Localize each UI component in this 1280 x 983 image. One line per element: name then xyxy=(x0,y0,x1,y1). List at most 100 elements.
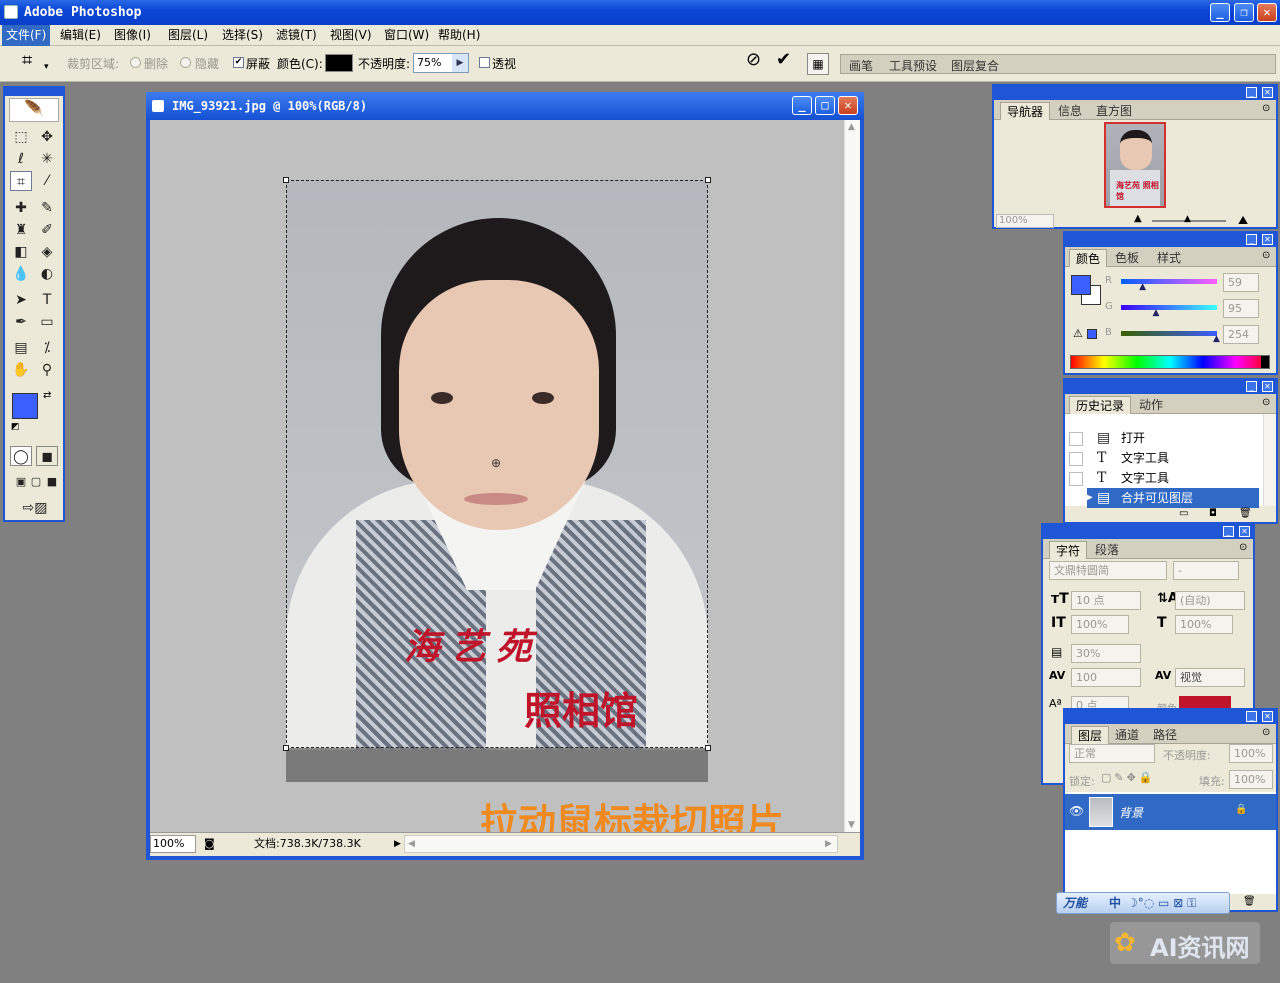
crop-handle-tl[interactable] xyxy=(283,177,289,183)
ime-mode[interactable]: 中 xyxy=(1109,893,1121,913)
canvas-area[interactable]: 海艺苑 照相馆 ⊕ 拉动鼠标裁切照片 xyxy=(150,120,844,845)
well-tab-tool-presets[interactable]: 工具预设 xyxy=(889,59,937,73)
restore-button[interactable]: ❐ xyxy=(1234,3,1254,22)
swap-colors-icon[interactable]: ⇄ xyxy=(43,390,51,401)
crop-tool-selected-icon[interactable]: ⌗ xyxy=(10,171,32,191)
nav-zoom-thumb[interactable]: ▲ xyxy=(1184,214,1191,224)
blend-mode-select[interactable]: 正常 xyxy=(1069,744,1155,763)
menu-window[interactable]: 窗口(W) xyxy=(380,25,433,46)
tab-histogram[interactable]: 直方图 xyxy=(1090,102,1138,120)
tab-channels[interactable]: 通道 xyxy=(1109,726,1145,744)
tab-paths[interactable]: 路径 xyxy=(1147,726,1183,744)
doc-minimize-button[interactable]: _ xyxy=(792,96,812,115)
nav-close-button[interactable]: ✕ xyxy=(1262,87,1273,98)
history-close-button[interactable]: ✕ xyxy=(1262,381,1273,392)
zoom-tool-icon[interactable]: ⚲ xyxy=(36,360,58,380)
r-slider-thumb[interactable]: ▲ xyxy=(1139,282,1146,292)
pen-tool-icon[interactable]: ✒ xyxy=(10,312,32,332)
menu-help[interactable]: 帮助(H) xyxy=(434,25,484,46)
layers-close-button[interactable]: ✕ xyxy=(1262,711,1273,722)
navigator-thumbnail[interactable]: 海艺苑 照相馆 xyxy=(1104,122,1166,208)
jump-to-imageready-icon[interactable]: ⇨▨ xyxy=(10,498,60,518)
history-scrollbar[interactable] xyxy=(1263,414,1276,506)
palette-well-icon[interactable]: ▦ xyxy=(807,53,829,75)
paint-bucket-tool-icon[interactable]: ◈ xyxy=(36,242,58,262)
status-menu-arrow-icon[interactable]: ▶ xyxy=(394,833,401,855)
fg-color-chip[interactable] xyxy=(1071,275,1091,295)
delete-layer-icon[interactable]: 🗑 xyxy=(1243,896,1256,907)
standard-mode-icon[interactable]: ◯ xyxy=(10,446,32,466)
tab-swatches[interactable]: 色板 xyxy=(1109,249,1145,267)
menu-image[interactable]: 图像(I) xyxy=(110,25,155,46)
zoom-field[interactable]: 100% xyxy=(150,835,196,853)
g-slider-thumb[interactable]: ▲ xyxy=(1153,308,1160,318)
doc-close-button[interactable]: ✕ xyxy=(838,96,858,115)
horizontal-scrollbar[interactable]: ◀ ▶ xyxy=(404,835,838,853)
hand-tool-icon[interactable]: ✋ xyxy=(10,360,32,380)
tab-actions[interactable]: 动作 xyxy=(1133,396,1169,414)
g-slider-track[interactable] xyxy=(1121,305,1217,310)
tab-styles[interactable]: 样式 xyxy=(1151,249,1187,267)
opacity-arrow-icon[interactable]: ▶ xyxy=(452,54,468,72)
cancel-icon[interactable]: ⊘ xyxy=(746,51,761,69)
nav-min-button[interactable]: _ xyxy=(1246,87,1257,98)
b-value-field[interactable]: 254 xyxy=(1223,325,1259,344)
g-value-field[interactable]: 95 xyxy=(1223,299,1259,318)
tab-character[interactable]: 字符 xyxy=(1049,541,1088,559)
clone-stamp-tool-icon[interactable]: ♜ xyxy=(10,220,32,240)
char-min-button[interactable]: _ xyxy=(1223,526,1234,537)
menu-file[interactable]: 文件(F) xyxy=(2,25,51,46)
crop-handle-tr[interactable] xyxy=(705,177,711,183)
new-document-icon[interactable]: ▭ xyxy=(1179,508,1188,519)
menu-filter[interactable]: 滤镜(T) xyxy=(272,25,321,46)
leading-select[interactable]: (自动) xyxy=(1175,591,1245,610)
menu-select[interactable]: 选择(S) xyxy=(218,25,267,46)
color-close-button[interactable]: ✕ xyxy=(1262,234,1273,245)
tab-info[interactable]: 信息 xyxy=(1052,102,1088,120)
perspective-checkbox[interactable] xyxy=(479,57,490,68)
doc-maximize-button[interactable]: □ xyxy=(815,96,835,115)
horizontal-scale-field[interactable]: 100% xyxy=(1175,615,1233,634)
nav-menu-icon[interactable]: ⊙ xyxy=(1262,103,1270,114)
tab-layers[interactable]: 图层 xyxy=(1071,726,1110,744)
screen-mode-full-icon[interactable]: ■ xyxy=(41,472,63,492)
lasso-tool-icon[interactable]: ℓ xyxy=(10,149,32,169)
minimize-button[interactable]: _ xyxy=(1210,3,1230,22)
text-color-swatch[interactable] xyxy=(1179,696,1231,708)
layers-menu-icon[interactable]: ⊙ xyxy=(1262,727,1270,738)
tab-color[interactable]: 颜色 xyxy=(1069,249,1108,267)
color-ramp[interactable] xyxy=(1070,355,1270,369)
gamut-warning-icon[interactable]: ⚠ xyxy=(1073,327,1083,340)
menu-layer[interactable]: 图层(L) xyxy=(164,25,212,46)
dodge-tool-icon[interactable]: ◐ xyxy=(36,264,58,284)
magic-wand-tool-icon[interactable]: ✳ xyxy=(36,149,58,169)
layer-row-background[interactable]: 👁 背景 🔒 xyxy=(1065,794,1276,830)
r-slider-track[interactable] xyxy=(1121,279,1217,284)
ime-toolbar[interactable]: 万能 中 ☽°◌ ▭ ⊠ ⚿ xyxy=(1056,892,1230,914)
blur-tool-icon[interactable]: 💧 xyxy=(10,264,32,284)
kerning-select[interactable]: 视觉 xyxy=(1175,668,1245,687)
shield-color-swatch[interactable] xyxy=(325,54,353,72)
well-tab-brushes[interactable]: 画笔 xyxy=(849,59,873,73)
char-menu-icon[interactable]: ⊙ xyxy=(1239,542,1247,553)
delete-radio[interactable] xyxy=(130,57,141,68)
tab-navigator[interactable]: 导航器 xyxy=(1000,102,1051,120)
close-button[interactable]: ✕ xyxy=(1257,3,1277,22)
tool-preset-arrow-icon[interactable]: ▾ xyxy=(44,59,49,75)
move-tool-icon[interactable]: ✥ xyxy=(36,127,58,147)
vertical-scrollbar[interactable]: ▲ ▼ xyxy=(844,120,860,832)
crop-handle-bl[interactable] xyxy=(283,745,289,751)
tsume-select[interactable]: 30% xyxy=(1071,644,1141,663)
fill-field[interactable]: 100% xyxy=(1229,770,1273,789)
eraser-tool-icon[interactable]: ◧ xyxy=(10,242,32,262)
hide-radio[interactable] xyxy=(180,57,191,68)
snapshot-icon[interactable]: ◘ xyxy=(1209,508,1217,519)
color-min-button[interactable]: _ xyxy=(1246,234,1257,245)
quick-mask-mode-icon[interactable]: ◼ xyxy=(36,446,58,466)
tracking-select[interactable]: 100 xyxy=(1071,668,1141,687)
history-item[interactable]: ▤ 打开 xyxy=(1065,428,1259,448)
menu-edit[interactable]: 编辑(E) xyxy=(56,25,105,46)
default-colors-icon[interactable]: ◩ xyxy=(11,422,20,432)
trash-icon[interactable]: 🗑 xyxy=(1239,508,1252,519)
zoom-out-icon[interactable]: ▲ xyxy=(1134,213,1142,224)
